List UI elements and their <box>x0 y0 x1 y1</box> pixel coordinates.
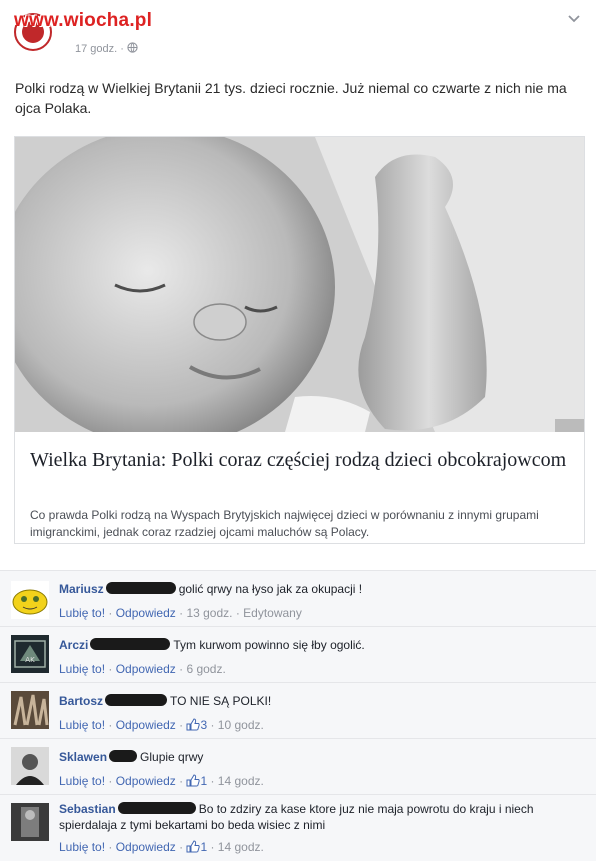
baby-photo[interactable] <box>15 137 584 432</box>
like-count[interactable]: 1 <box>186 840 207 854</box>
avatar[interactable] <box>11 581 49 619</box>
redaction-bar <box>90 638 171 650</box>
comment-time[interactable]: 6 godz. <box>186 662 225 676</box>
comments-section: Mariusz golić qrwy na łyso jak za okupacj… <box>0 570 596 861</box>
thumbs-up-icon <box>186 840 201 853</box>
redaction-bar <box>105 582 176 594</box>
like-link[interactable]: Lubię to! <box>59 840 105 854</box>
avatar[interactable] <box>11 747 49 785</box>
like-link[interactable]: Lubię to! <box>59 774 105 788</box>
reply-link[interactable]: Odpowiedz <box>116 662 176 676</box>
comment-time[interactable]: 14 godz. <box>218 840 264 854</box>
thumbs-up-icon <box>186 718 201 731</box>
edited-label[interactable]: Edytowany <box>243 606 302 620</box>
comment: AK Arczi Tym kurwom powinno się łby ogoli… <box>0 626 596 682</box>
avatar[interactable]: AK <box>11 635 49 673</box>
redaction-bar <box>105 694 168 706</box>
comment-text: TO NIE SĄ POLKI! <box>170 694 272 708</box>
commenter-name[interactable]: Mariusz <box>59 582 104 596</box>
post-time[interactable]: 17 godz. <box>75 43 117 55</box>
comment: Sklawen Glupie qrwy Lubię to! · Odpowiedz… <box>0 738 596 794</box>
post-meta: 17 godz. · <box>75 42 138 55</box>
like-link[interactable]: Lubię to! <box>59 718 105 732</box>
link-preview-card[interactable]: Wielka Brytania: Polki coraz częściej ro… <box>14 136 585 544</box>
like-count[interactable]: 1 <box>186 774 207 788</box>
thumbs-up-icon <box>186 774 201 787</box>
comment-text: Glupie qrwy <box>140 750 204 764</box>
commenter-name[interactable]: Arczi <box>59 638 88 652</box>
svg-text:AK: AK <box>25 656 35 664</box>
commenter-name[interactable]: Sebastian <box>59 802 116 816</box>
comment-time[interactable]: 13 godz. <box>186 606 232 620</box>
link-title[interactable]: Wielka Brytania: Polki coraz częściej ro… <box>30 447 570 473</box>
comment-time[interactable]: 10 godz. <box>218 718 264 732</box>
watermark: www.wiocha.pl <box>14 10 153 31</box>
avatar[interactable] <box>11 691 49 729</box>
comment-text: golić qrwy na łyso jak za okupacji ! <box>178 582 363 596</box>
comment: Bartosz TO NIE SĄ POLKI! Lubię to! · Odpo… <box>0 682 596 738</box>
like-link[interactable]: Lubię to! <box>59 606 105 620</box>
comment-text: Tym kurwom powinno się łby ogolić. <box>173 638 365 652</box>
reply-link[interactable]: Odpowiedz <box>116 840 176 854</box>
link-description: Co prawda Polki rodzą na Wyspach Brytyjs… <box>30 508 539 539</box>
globe-icon <box>127 42 138 53</box>
post-text: Polki rodzą w Wielkiej Brytanii 21 tys. … <box>15 80 567 116</box>
like-link[interactable]: Lubię to! <box>59 662 105 676</box>
comment: Sebastian Bo to zdziry za kase ktore juz … <box>0 794 596 861</box>
reply-link[interactable]: Odpowiedz <box>116 774 176 788</box>
comment: Mariusz golić qrwy na łyso jak za okupacj… <box>0 570 596 626</box>
reply-link[interactable]: Odpowiedz <box>116 606 176 620</box>
redaction-bar <box>117 802 196 814</box>
redaction-bar <box>109 750 138 762</box>
reply-link[interactable]: Odpowiedz <box>116 718 176 732</box>
commenter-name[interactable]: Bartosz <box>59 694 103 708</box>
like-count[interactable]: 3 <box>186 718 207 732</box>
comment-time[interactable]: 14 godz. <box>218 774 264 788</box>
commenter-name[interactable]: Sklawen <box>59 750 107 764</box>
avatar[interactable] <box>11 803 49 841</box>
chevron-down-icon[interactable] <box>568 15 580 26</box>
